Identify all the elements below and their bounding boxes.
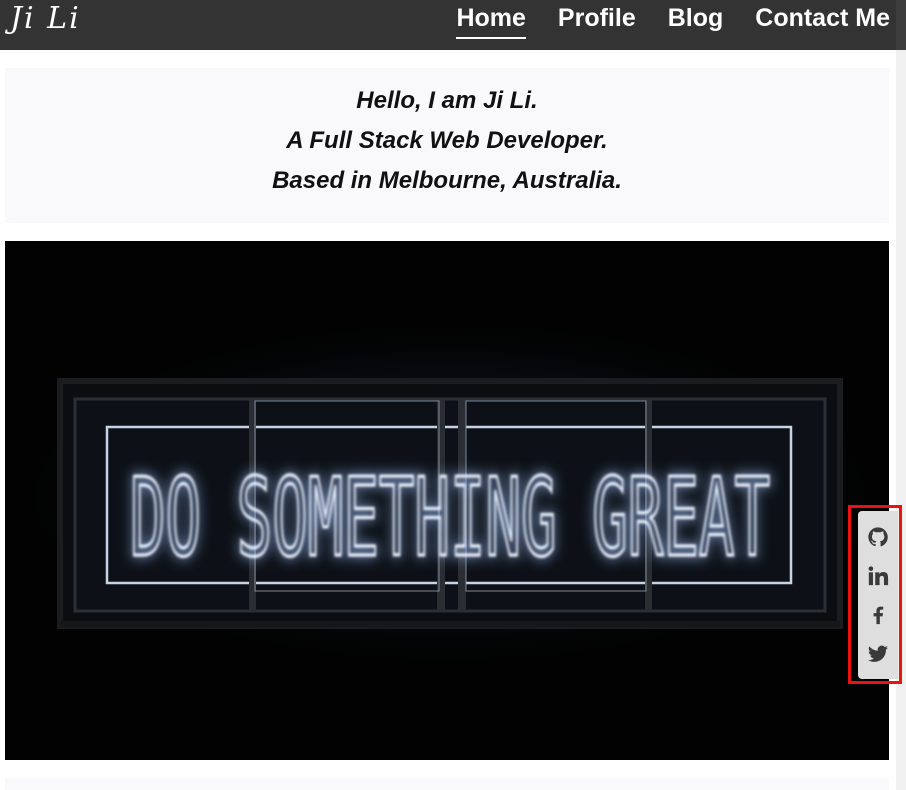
github-icon[interactable]: [866, 525, 890, 549]
intro-section: Hello, I am Ji Li. A Full Stack Web Deve…: [5, 68, 889, 223]
nav-link-profile[interactable]: Profile: [558, 4, 636, 33]
social-links-bar: [858, 511, 898, 679]
site-logo[interactable]: Ji Li: [10, 0, 81, 38]
neon-sign-text: DO SOMETHING GREAT: [130, 456, 770, 581]
next-section-edge: [5, 778, 889, 790]
nav-link-contact-me[interactable]: Contact Me: [755, 4, 890, 33]
nav-links: Home Profile Blog Contact Me: [424, 0, 890, 39]
nav-link-home[interactable]: Home: [456, 4, 527, 39]
intro-role: A Full Stack Web Developer.: [286, 127, 608, 154]
nav-link-blog[interactable]: Blog: [668, 4, 724, 33]
intro-location: Based in Melbourne, Australia.: [272, 167, 622, 194]
facebook-icon[interactable]: [866, 603, 890, 627]
navbar: Ji Li Home Profile Blog Contact Me: [0, 0, 896, 50]
linkedin-icon[interactable]: [866, 564, 890, 588]
page: Ji Li Home Profile Blog Contact Me Hello…: [0, 0, 906, 790]
intro-greeting: Hello, I am Ji Li.: [356, 87, 538, 114]
hero-image: DO SOMETHING GREAT DO SOMETHING GREAT: [5, 241, 889, 760]
twitter-icon[interactable]: [866, 642, 890, 666]
